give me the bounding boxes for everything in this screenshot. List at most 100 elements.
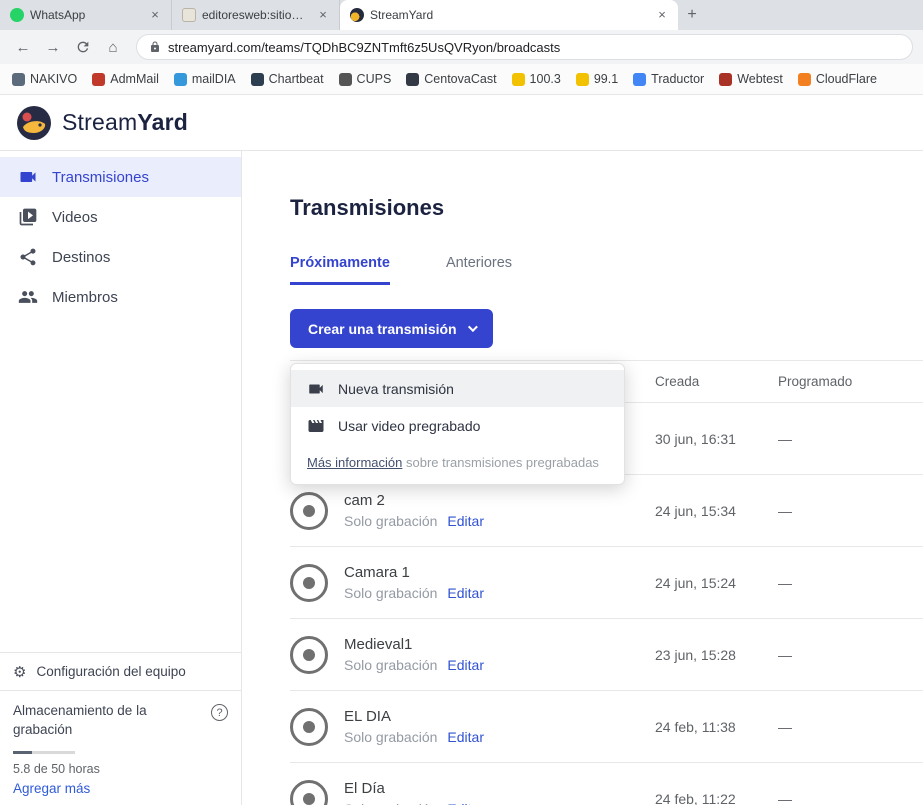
bookmark-icon <box>576 73 589 86</box>
url-bar[interactable]: streamyard.com/teams/TQDhBC9ZNTmft6z5UsQ… <box>136 34 913 60</box>
scheduled-value: — <box>778 791 923 806</box>
broadcast-title: Camara 1 <box>344 564 484 581</box>
scheduled-value: — <box>778 575 923 591</box>
created-value: 24 feb, 11:38 <box>655 719 778 735</box>
broadcast-type: Solo grabación <box>344 801 437 805</box>
close-icon[interactable]: × <box>147 7 163 23</box>
home-button[interactable]: ⌂ <box>100 34 126 60</box>
edit-link[interactable]: Editar <box>447 729 484 745</box>
edit-link[interactable]: Editar <box>447 585 484 601</box>
broadcast-type: Solo grabación <box>344 513 437 529</box>
mas-informacion-link[interactable]: Más información <box>307 455 402 470</box>
bookmark-icon <box>406 73 419 86</box>
help-icon[interactable]: ? <box>211 704 228 721</box>
created-value: 23 jun, 15:28 <box>655 647 778 663</box>
bookmark-icon <box>12 73 25 86</box>
bookmark-100-3[interactable]: 100.3 <box>512 72 561 86</box>
table-row: cam 2 Solo grabación Editar 24 jun, 15:34… <box>290 475 923 547</box>
browser-toolbar: ← → ⌂ streamyard.com/teams/TQDhBC9ZNTmft… <box>0 30 923 64</box>
create-broadcast-button[interactable]: Crear una transmisión <box>290 309 493 348</box>
table-row: Medieval1 Solo grabaciónEditar 23 jun, 1… <box>290 619 923 691</box>
app-header: StreamYard <box>0 95 923 151</box>
column-programado: Programado <box>778 374 923 389</box>
gear-icon: ⚙ <box>13 663 26 681</box>
back-button[interactable]: ← <box>10 34 36 60</box>
bookmark-traductor[interactable]: Traductor <box>633 72 704 86</box>
broadcast-title: cam 2 <box>344 492 484 509</box>
share-icon <box>18 247 38 267</box>
bookmark-maildia[interactable]: mailDIA <box>174 72 236 86</box>
create-broadcast-menu: Nueva transmisión Usar video pregrabado … <box>290 363 625 485</box>
bookmark-centovacast[interactable]: CentovaCast <box>406 72 496 86</box>
bookmark-icon <box>633 73 646 86</box>
scheduled-value: — <box>778 503 923 519</box>
browser-tab-streamyard[interactable]: StreamYard × <box>340 0 678 30</box>
team-settings-button[interactable]: ⚙ Configuración del equipo <box>0 652 241 690</box>
tab-proximamente[interactable]: Próximamente <box>290 255 390 285</box>
video-library-icon <box>18 207 38 227</box>
lock-icon <box>149 41 161 53</box>
scheduled-value: — <box>778 431 923 447</box>
sidebar-item-label: Destinos <box>52 249 110 266</box>
edit-link[interactable]: Editar <box>447 801 484 805</box>
broadcast-type: Solo grabación <box>344 729 437 745</box>
streamyard-favicon <box>350 8 364 22</box>
site-favicon <box>182 8 196 22</box>
browser-tab-bar: WhatsApp × editoresweb:sitioweb:eldia.co… <box>0 0 923 30</box>
broadcast-title: El Día <box>344 780 484 797</box>
bookmark-cloudflare[interactable]: CloudFlare <box>798 72 877 86</box>
recording-icon <box>290 492 328 530</box>
sidebar-item-label: Videos <box>52 209 98 226</box>
menu-item-nueva-transmision[interactable]: Nueva transmisión <box>291 370 624 407</box>
edit-link[interactable]: Editar <box>447 657 484 673</box>
scheduled-value: — <box>778 719 923 735</box>
bookmark-admmail[interactable]: AdmMail <box>92 72 159 86</box>
video-camera-icon <box>307 380 325 398</box>
sidebar-item-miembros[interactable]: Miembros <box>0 277 241 317</box>
broadcast-type: Solo grabación <box>344 585 437 601</box>
bookmark-icon <box>719 73 732 86</box>
storage-label: Almacenamiento de la grabación <box>13 702 173 740</box>
bookmark-icon <box>174 73 187 86</box>
sidebar-item-destinos[interactable]: Destinos <box>0 237 241 277</box>
browser-tab-whatsapp[interactable]: WhatsApp × <box>0 0 172 30</box>
broadcast-title: EL DIA <box>344 708 484 725</box>
menu-item-label: Usar video pregrabado <box>338 418 480 434</box>
storage-progress-bar <box>13 751 75 754</box>
url-text: streamyard.com/teams/TQDhBC9ZNTmft6z5UsQ… <box>168 40 560 55</box>
bookmark-99-1[interactable]: 99.1 <box>576 72 618 86</box>
reload-icon[interactable] <box>70 34 96 60</box>
bookmark-webtest[interactable]: Webtest <box>719 72 783 86</box>
created-value: 24 jun, 15:24 <box>655 575 778 591</box>
menu-item-video-pregrabado[interactable]: Usar video pregrabado <box>291 407 624 444</box>
menu-footer: Más información sobre transmisiones preg… <box>291 444 624 484</box>
tab-anteriores[interactable]: Anteriores <box>446 255 512 285</box>
broadcast-type: Solo grabación <box>344 657 437 673</box>
created-value: 24 jun, 15:34 <box>655 503 778 519</box>
bookmark-chartbeat[interactable]: Chartbeat <box>251 72 324 86</box>
recording-icon <box>290 636 328 674</box>
bookmark-icon <box>92 73 105 86</box>
new-tab-button[interactable]: + <box>678 0 706 30</box>
bookmark-cups[interactable]: CUPS <box>339 72 392 86</box>
people-icon <box>18 287 38 307</box>
bookmark-icon <box>339 73 352 86</box>
storage-progress-fill <box>13 751 32 754</box>
add-more-link[interactable]: Agregar más <box>13 781 228 796</box>
sidebar-item-label: Miembros <box>52 289 118 306</box>
forward-button[interactable]: → <box>40 34 66 60</box>
edit-link[interactable]: Editar <box>447 513 484 529</box>
sidebar-item-transmisiones[interactable]: Transmisiones <box>0 157 241 197</box>
table-row: El Día Solo grabaciónEditar 24 feb, 11:2… <box>290 763 923 805</box>
close-icon[interactable]: × <box>654 7 670 23</box>
bookmark-nakivo[interactable]: NAKIVO <box>12 72 77 86</box>
recording-icon <box>290 780 328 806</box>
tab-title: StreamYard <box>370 8 648 22</box>
table-row: Camara 1 Solo grabación Editar 24 jun, 15… <box>290 547 923 619</box>
column-creada: Creada <box>655 374 778 389</box>
bookmark-icon <box>251 73 264 86</box>
recording-icon <box>290 708 328 746</box>
close-icon[interactable]: × <box>315 7 331 23</box>
sidebar-item-videos[interactable]: Videos <box>0 197 241 237</box>
browser-tab-editoresweb[interactable]: editoresweb:sitioweb:eldia.co × <box>172 0 340 30</box>
